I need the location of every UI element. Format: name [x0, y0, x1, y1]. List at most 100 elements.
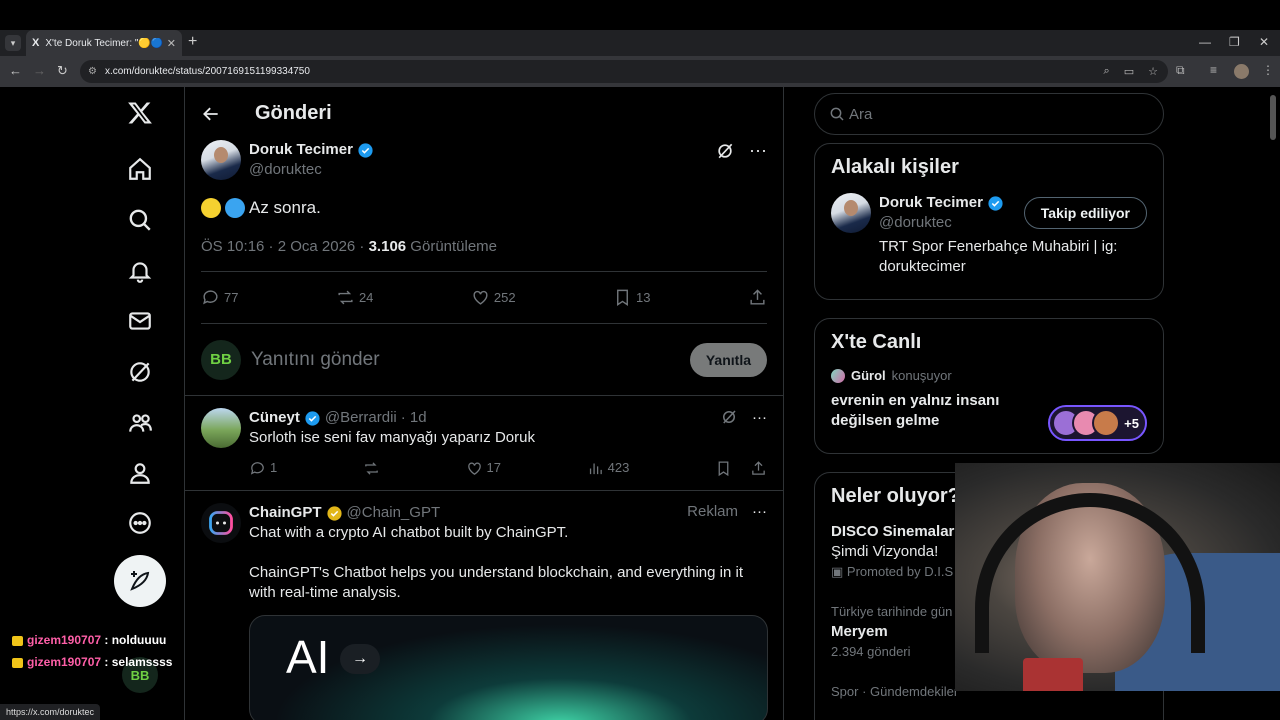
bell-icon[interactable]	[124, 255, 156, 287]
ad-card-image[interactable]: AI →	[249, 615, 768, 720]
chaingpt-logo-icon[interactable]	[201, 503, 241, 543]
x-logo-icon[interactable]	[124, 97, 156, 129]
webcam-overlay	[955, 463, 1280, 691]
verified-badge-icon	[305, 410, 320, 426]
reply-author-name[interactable]: Cüneyt	[249, 408, 300, 428]
headphones-icon	[975, 493, 1205, 653]
repost-button[interactable]	[363, 458, 380, 478]
reply-tweet[interactable]: Cüneyt @Berrardii · 1d Sorloth ise seni …	[185, 396, 783, 491]
grok-icon[interactable]	[715, 141, 735, 161]
live-host-name[interactable]: Gürol	[851, 368, 886, 383]
post-text: Az sonra.	[201, 198, 767, 218]
main-post: Doruk Tecimer @doruktec ··· Az sonra. ÖS…	[185, 140, 783, 324]
gold-verified-badge-icon	[326, 505, 342, 521]
author-name[interactable]: Doruk Tecimer	[249, 140, 353, 160]
search-icon[interactable]	[124, 204, 156, 236]
verified-badge-icon	[988, 195, 1003, 211]
cast-icon[interactable]: ▭	[1124, 65, 1134, 78]
live-status: konuşuyor	[891, 368, 952, 383]
address-bar[interactable]: ⚙ x.com/doruktec/status/2007169151199334…	[80, 60, 1168, 83]
live-panel: X'te Canlı Gürol konuşuyor evrenin en ya…	[814, 318, 1164, 454]
blue-circle-icon	[225, 198, 245, 218]
extensions-icon[interactable]: ⧉	[1176, 63, 1185, 78]
maximize-button[interactable]: ❐	[1229, 35, 1240, 49]
ad-author-handle[interactable]: @Chain_GPT	[347, 503, 441, 523]
search-input[interactable]: Ara	[814, 93, 1164, 135]
browser-tab[interactable]: X X'te Doruk Tecimer: "🟡🔵 Az ... ✕	[26, 30, 182, 56]
site-info-icon[interactable]: ⚙	[88, 66, 97, 77]
close-tab-icon[interactable]: ✕	[167, 37, 176, 50]
like-button[interactable]: 17	[466, 458, 501, 478]
forward-arrow-icon[interactable]: →	[33, 63, 46, 78]
bookmark-star-icon[interactable]: ☆	[1148, 65, 1158, 78]
close-window-button[interactable]: ✕	[1259, 35, 1269, 49]
bookmark-icon	[617, 289, 629, 306]
reply-submit-button[interactable]: Yanıtla	[689, 342, 767, 377]
back-arrow-icon[interactable]: ←	[9, 63, 22, 78]
like-count: 17	[486, 460, 501, 475]
trend-title: DISCO Sinemalar	[831, 523, 955, 540]
more-icon[interactable]	[124, 507, 156, 539]
ad-author-name[interactable]: ChainGPT	[249, 503, 322, 523]
grok-icon[interactable]	[720, 408, 738, 426]
new-tab-button[interactable]: +	[188, 33, 197, 51]
more-options-icon[interactable]: ···	[749, 140, 767, 161]
bookmark-icon[interactable]	[715, 460, 732, 477]
ad-text-line1: Chat with a crypto AI chatbot built by C…	[249, 524, 569, 541]
tab-search-button[interactable]: ▾	[5, 35, 21, 51]
views-button[interactable]: 423	[587, 458, 629, 478]
ad-text-line2: ChainGPT's Chatbot helps you understand …	[249, 564, 743, 601]
tab-strip: ▾ X X'te Doruk Tecimer: "🟡🔵 Az ... ✕ + —…	[0, 30, 1280, 56]
tab-title: X'te Doruk Tecimer: "🟡🔵 Az ...	[45, 37, 163, 49]
reload-icon[interactable]: ↻	[57, 63, 68, 79]
promoted-label: Promoted by D.I.S	[846, 564, 954, 579]
stream-chat-line: gizem190707 : selamssss	[12, 655, 172, 669]
reply-input[interactable]: Yanıtını gönder	[251, 349, 690, 371]
page-header: Gönderi	[185, 87, 783, 140]
subscriber-badge-icon	[12, 635, 23, 646]
reply-author-handle[interactable]: @Berrardii	[325, 408, 397, 428]
avatar[interactable]	[201, 408, 241, 448]
page-title: Gönderi	[255, 102, 332, 124]
person-name[interactable]: Doruk Tecimer	[879, 193, 983, 213]
live-space-title[interactable]: evrenin en yalnız insanı değilsen gelme	[831, 391, 1031, 431]
mail-icon[interactable]	[124, 305, 156, 337]
related-person[interactable]: Doruk Tecimer @doruktec TRT Spor Fenerba…	[831, 193, 1147, 277]
live-listeners[interactable]: +5	[1048, 405, 1147, 441]
more-options-icon[interactable]: ···	[752, 503, 767, 520]
reply-time[interactable]: · 1d	[401, 408, 427, 428]
profile-icon[interactable]	[124, 457, 156, 489]
reply-icon	[250, 461, 264, 475]
avatar[interactable]	[831, 193, 871, 233]
avatar[interactable]	[201, 140, 241, 180]
yellow-circle-icon	[201, 198, 221, 218]
more-options-icon[interactable]: ···	[752, 409, 767, 426]
home-icon[interactable]	[124, 153, 156, 185]
zoom-icon[interactable]: ⌕	[1104, 65, 1110, 78]
repost-button[interactable]: 24	[336, 288, 373, 307]
media-icon[interactable]: ≡	[1210, 63, 1217, 77]
live-host: Gürol konuşuyor	[831, 368, 1147, 383]
bookmark-button[interactable]: 13	[613, 288, 651, 307]
browser-profile-avatar[interactable]	[1234, 64, 1249, 79]
post-timestamp[interactable]: ÖS 10:16 · 2 Oca 2026 ·	[201, 238, 369, 255]
back-arrow-icon[interactable]	[201, 104, 221, 124]
bookmark-count: 13	[636, 290, 651, 305]
share-button[interactable]	[748, 288, 767, 307]
minimize-button[interactable]: —	[1199, 35, 1211, 49]
grok-icon[interactable]	[124, 356, 156, 388]
like-button[interactable]: 252	[471, 288, 516, 307]
share-icon[interactable]	[750, 460, 767, 477]
reply-button[interactable]: 77	[201, 288, 238, 307]
chrome-menu-icon[interactable]: ⋮	[1262, 63, 1274, 77]
compose-post-button[interactable]	[114, 555, 166, 607]
reply-icon	[203, 290, 218, 305]
following-button[interactable]: Takip ediliyor	[1023, 197, 1147, 229]
communities-icon[interactable]	[124, 407, 156, 439]
scrollbar[interactable]	[1270, 95, 1276, 140]
chat-message: : nolduuuu	[101, 633, 167, 647]
author-handle[interactable]: @doruktec	[249, 160, 374, 180]
reply-button[interactable]: 1	[249, 458, 277, 478]
status-url: https://x.com/doruktec	[0, 704, 101, 720]
ad-tweet[interactable]: ChainGPT @Chain_GPT Chat with a crypto A…	[185, 491, 783, 720]
